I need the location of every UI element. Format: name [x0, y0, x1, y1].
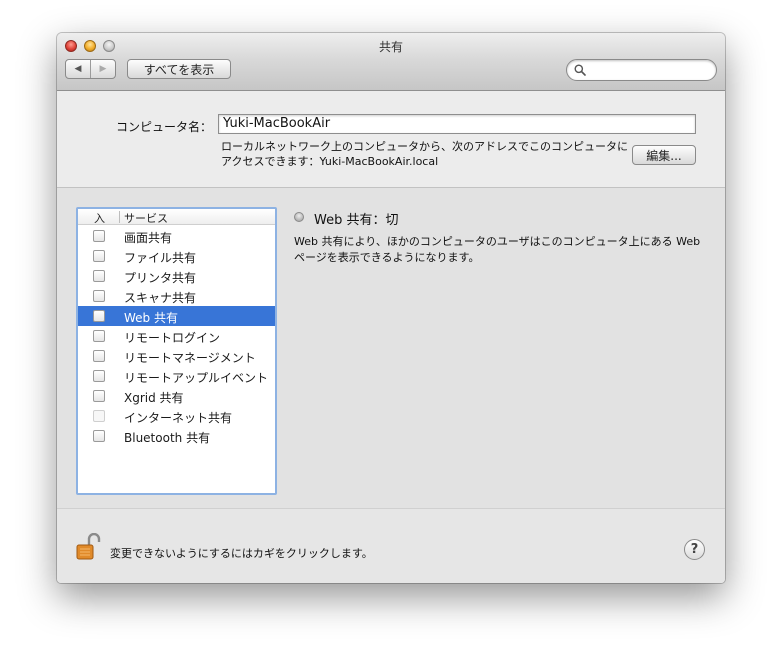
service-row[interactable]: インターネット共有: [78, 406, 275, 426]
show-all-button[interactable]: すべてを表示: [127, 59, 231, 79]
lock-icon[interactable]: [76, 533, 102, 561]
service-label: 画面共有: [124, 231, 173, 245]
service-label: Web 共有: [124, 311, 178, 325]
service-row[interactable]: Web 共有: [78, 306, 275, 326]
service-row[interactable]: リモートマネージメント: [78, 346, 275, 366]
lock-instruction: 変更できないようにするにはカギをクリックします。: [110, 547, 373, 560]
service-checkbox[interactable]: [93, 350, 105, 362]
service-list[interactable]: 入 サービス 画面共有ファイル共有 プリンタ共有 スキャナ共有 Web 共有リモートロ…: [76, 207, 277, 495]
service-list-header: 入 サービス: [78, 209, 275, 225]
service-row[interactable]: Xgrid 共有: [78, 386, 275, 406]
service-row[interactable]: リモートログイン: [78, 326, 275, 346]
service-label: リモートログイン: [124, 331, 221, 345]
service-row[interactable]: スキャナ共有: [78, 286, 275, 306]
service-info-line2: ページを表示できるようになります。: [294, 251, 480, 264]
service-label: インターネット共有: [124, 411, 233, 425]
service-checkbox[interactable]: [93, 290, 105, 302]
service-row[interactable]: プリンタ共有: [78, 266, 275, 286]
computer-name-panel: コンピュータ名： Yuki-MacBookAir ローカルネットワーク上のコンピ…: [57, 91, 725, 188]
header-service-column[interactable]: サービス: [124, 210, 168, 226]
computer-name-label: コンピュータ名：: [115, 120, 212, 134]
status-indicator-icon: [294, 212, 304, 222]
address-description-line2: アクセスできます：Yuki-MacBookAir.local: [221, 155, 439, 168]
service-label: ファイル共有: [124, 251, 197, 265]
search-input[interactable]: [589, 62, 713, 79]
service-checkbox[interactable]: [93, 430, 105, 442]
computer-name-field[interactable]: Yuki-MacBookAir: [218, 114, 696, 134]
service-checkbox[interactable]: [93, 390, 105, 402]
header-divider: [119, 211, 120, 223]
service-label: プリンタ共有: [124, 271, 197, 285]
address-description-line1: ローカルネットワーク上のコンピュータから、次のアドレスでこのコンピュータに: [221, 140, 628, 153]
service-info-line1: Web 共有により、ほかのコンピュータのユーザはこのコンピュータ上にある Web: [294, 235, 701, 248]
edit-button[interactable]: 編集...: [632, 145, 696, 165]
window-title: 共有: [378, 40, 403, 54]
search-icon: [574, 64, 586, 76]
service-row[interactable]: 画面共有: [78, 226, 275, 246]
web-sharing-status: Web 共有：切: [314, 213, 399, 228]
service-label: リモートアップルイベント: [124, 371, 269, 385]
search-field[interactable]: [566, 59, 717, 81]
titlebar: 共有 ◀ ▶ すべてを表示: [57, 33, 725, 91]
nav-back-forward: ◀ ▶: [65, 59, 116, 79]
service-checkbox[interactable]: [93, 250, 105, 262]
sharing-main-panel: 入 サービス 画面共有ファイル共有 プリンタ共有 スキャナ共有 Web 共有リモートロ…: [57, 188, 725, 508]
service-checkbox: [93, 410, 105, 422]
back-button[interactable]: ◀: [66, 60, 90, 78]
lock-bar: 変更できないようにするにはカギをクリックします。 ?: [57, 508, 725, 583]
service-checkbox[interactable]: [93, 330, 105, 342]
back-arrow-icon: ◀: [74, 64, 82, 74]
service-checkbox[interactable]: [93, 230, 105, 242]
service-checkbox[interactable]: [93, 310, 105, 322]
service-label: Xgrid 共有: [124, 391, 184, 405]
preferences-window: 共有 ◀ ▶ すべてを表示 コンピュータ名： Yuki-MacBookAir ロ…: [57, 33, 725, 583]
service-label: Bluetooth 共有: [124, 431, 211, 445]
forward-button[interactable]: ▶: [90, 60, 115, 78]
header-on-column[interactable]: 入: [94, 210, 105, 226]
service-row[interactable]: リモートアップルイベント: [78, 366, 275, 386]
help-button[interactable]: ?: [684, 539, 705, 560]
service-label: スキャナ共有: [124, 291, 197, 305]
forward-arrow-icon: ▶: [99, 64, 107, 74]
service-row[interactable]: ファイル共有: [78, 246, 275, 266]
service-checkbox[interactable]: [93, 270, 105, 282]
service-rows: 画面共有ファイル共有 プリンタ共有 スキャナ共有 Web 共有リモートログインリモート…: [78, 226, 275, 446]
service-row[interactable]: Bluetooth 共有: [78, 426, 275, 446]
service-checkbox[interactable]: [93, 370, 105, 382]
service-label: リモートマネージメント: [124, 351, 256, 365]
